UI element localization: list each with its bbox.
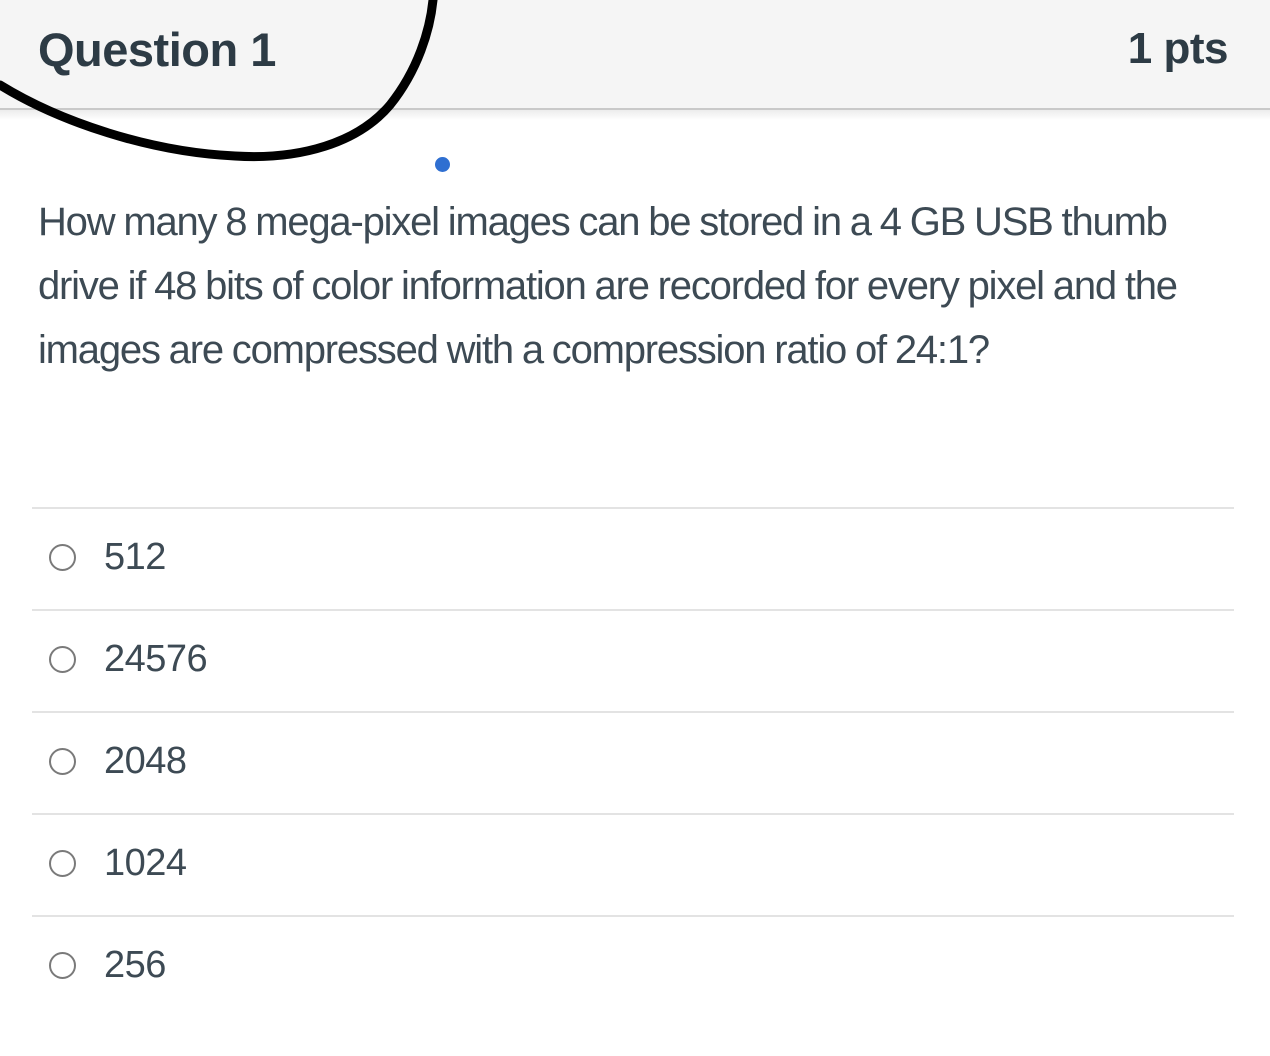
answer-list: 512 24576 2048 1024 256 xyxy=(32,507,1234,1017)
question-header: Question 1 1 pts xyxy=(0,0,1270,110)
answer-option[interactable]: 2048 xyxy=(32,711,1234,813)
header-shadow xyxy=(0,110,1270,120)
answer-option[interactable]: 256 xyxy=(32,915,1234,1017)
radio-button[interactable] xyxy=(49,952,76,979)
answer-option[interactable]: 512 xyxy=(32,507,1234,609)
question-text: How many 8 mega-pixel images can be stor… xyxy=(38,200,1178,372)
answer-label: 2048 xyxy=(104,740,187,782)
radio-button[interactable] xyxy=(49,748,76,775)
question-title: Question 1 xyxy=(38,23,276,76)
radio-button[interactable] xyxy=(49,850,76,877)
answer-label: 512 xyxy=(104,536,166,578)
radio-button[interactable] xyxy=(49,646,76,673)
answer-option[interactable]: 24576 xyxy=(32,609,1234,711)
question-points: 1 pts xyxy=(1127,24,1229,73)
answer-label: 1024 xyxy=(104,842,187,884)
answer-option[interactable]: 1024 xyxy=(32,813,1234,915)
answer-label: 256 xyxy=(104,944,166,986)
answer-label: 24576 xyxy=(104,638,208,680)
cursor-dot xyxy=(435,157,450,172)
radio-button[interactable] xyxy=(49,544,76,571)
